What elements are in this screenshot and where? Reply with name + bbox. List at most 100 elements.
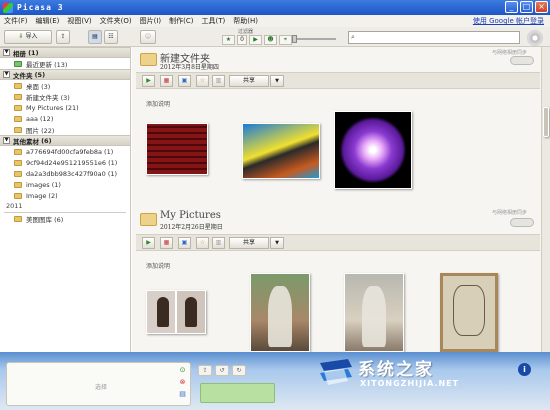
share-dropdown-icon[interactable]: ▼ <box>270 75 284 87</box>
photo-thumbnail[interactable] <box>334 111 412 189</box>
window-title: Picasa 3 <box>17 3 64 12</box>
close-button[interactable]: × <box>535 1 548 13</box>
sidebar-item-label: 美图图库 (6) <box>26 215 64 224</box>
movie-filter-icon[interactable]: ▶ <box>249 35 262 45</box>
rotate-right-icon[interactable]: ↻ <box>232 365 246 376</box>
album-folder-icon <box>140 213 157 226</box>
geotag-filter-icon[interactable]: ⌖ <box>279 35 292 45</box>
sidebar-item-folder[interactable]: aaa (12) <box>0 113 130 124</box>
face-filter-icon[interactable]: ☻ <box>264 35 277 45</box>
sidebar-item-label: My Pictures (21) <box>26 103 79 112</box>
search-input[interactable] <box>360 33 510 42</box>
timeline-view-button[interactable]: ☷ <box>104 30 118 44</box>
tool-strip: ⇪ ↺ ↻ <box>198 365 298 378</box>
share-dropdown-icon[interactable]: ▼ <box>270 237 284 249</box>
sidebar-item-folder[interactable]: My Pictures (21) <box>0 102 130 113</box>
star-filter-icon[interactable]: ★ <box>222 35 235 45</box>
add-caption-link[interactable]: 添加说明 <box>146 261 170 270</box>
action-button[interactable] <box>200 383 275 403</box>
section-folders[interactable]: ▼ 文件夹 (5) <box>0 69 130 80</box>
collapse-icon[interactable]: ▼ <box>3 71 10 78</box>
google-sign-in-link[interactable]: 使用 Google 帐户登录 <box>473 16 544 26</box>
library-view-button[interactable]: ▤ <box>88 30 102 44</box>
play-slideshow-icon[interactable]: ▶ <box>142 237 155 249</box>
menu-folder[interactable]: 文件夹(O) <box>100 16 132 26</box>
share-button[interactable]: 共享 <box>229 237 269 249</box>
add-caption-link[interactable]: 添加说明 <box>146 99 170 108</box>
add-to-album-icon[interactable]: ▤ <box>178 390 187 399</box>
export-icon[interactable]: ▥ <box>212 237 225 249</box>
scrollbar-thumb[interactable] <box>543 107 549 137</box>
sidebar-item-recent[interactable]: 最近更新 (13) <box>0 58 130 69</box>
sidebar-item-folder[interactable]: 新建文件夹 (3) <box>0 91 130 102</box>
minimize-button[interactable]: _ <box>505 1 518 13</box>
watermark-url: XITONGZHIJIA.NET <box>360 379 460 388</box>
sidebar-item-label: a776694fd00cfa9feb8a (1) <box>26 147 114 156</box>
photo-thumbnail[interactable] <box>344 273 404 352</box>
upload-icon[interactable]: ⇪ <box>198 365 212 376</box>
share-button[interactable]: 共享 <box>229 75 269 87</box>
collapse-icon[interactable]: ▼ <box>3 49 10 56</box>
section-albums[interactable]: ▼ 相册 (1) <box>0 47 130 58</box>
photo-thumbnail[interactable] <box>440 273 498 352</box>
collage-icon[interactable]: ▦ <box>160 237 173 249</box>
movie-icon[interactable]: ▣ <box>178 237 191 249</box>
folder-icon <box>14 93 22 100</box>
photo-tray[interactable]: 选择 ⊙ ⊗ ▤ <box>6 362 191 406</box>
sidebar-item-label: 9cf94d24e951219551e6 (1) <box>26 158 118 167</box>
info-icon[interactable]: i <box>518 363 531 376</box>
folder-icon <box>14 181 22 188</box>
sidebar-item-label: 图片 (22) <box>26 126 55 135</box>
photo-thumbnail[interactable] <box>242 123 320 179</box>
folder-icon <box>14 126 22 133</box>
sidebar-item-folder[interactable]: 美图图库 (6) <box>0 213 130 224</box>
import-button[interactable]: ⇩ 导入 <box>4 30 52 44</box>
album-title[interactable]: My Pictures <box>160 210 221 221</box>
sidebar-item-folder[interactable]: 9cf94d24e951219551e6 (1) <box>0 157 130 168</box>
sidebar-item-folder[interactable]: da2a3dbb983c427f90a0 (1) <box>0 168 130 179</box>
search-icon: ⌕ <box>351 33 355 41</box>
collapse-icon[interactable]: ▼ <box>3 137 10 144</box>
menu-picture[interactable]: 图片(I) <box>140 16 162 26</box>
photo-thumbnail[interactable] <box>146 290 206 334</box>
sidebar-item-folder[interactable]: 桌面 (3) <box>0 80 130 91</box>
menu-help[interactable]: 帮助(H) <box>233 16 258 26</box>
star-icon[interactable]: ☆ <box>196 237 209 249</box>
photo-thumbnail[interactable] <box>250 273 310 352</box>
menu-tools[interactable]: 工具(T) <box>202 16 226 26</box>
people-manager-button[interactable]: ☺ <box>140 30 156 44</box>
movie-icon[interactable]: ▣ <box>178 75 191 87</box>
sidebar-item-folder[interactable]: Image (2) <box>0 190 130 201</box>
collage-icon[interactable]: ▦ <box>160 75 173 87</box>
sidebar-item-folder[interactable]: images (1) <box>0 179 130 190</box>
section-other[interactable]: ▼ 其他素材 (6) <box>0 135 130 146</box>
folder-icon <box>14 148 22 155</box>
menu-create[interactable]: 制作(C) <box>169 16 193 26</box>
section-label: 其他素材 <box>13 137 39 146</box>
web-sync-toggle[interactable] <box>510 56 534 65</box>
play-slideshow-icon[interactable]: ▶ <box>142 75 155 87</box>
slider-knob[interactable] <box>292 35 297 43</box>
menu-edit[interactable]: 编辑(E) <box>36 16 60 26</box>
photo-thumbnail[interactable] <box>146 123 208 175</box>
menu-view[interactable]: 视图(V) <box>67 16 91 26</box>
clear-icon[interactable]: ⊗ <box>178 378 187 387</box>
sidebar-item-folder[interactable]: a776694fd00cfa9feb8a (1) <box>0 146 130 157</box>
date-filter-slider[interactable] <box>292 35 336 43</box>
export-icon[interactable]: ▥ <box>212 75 225 87</box>
upload-icon-button[interactable]: ⇪ <box>56 30 70 44</box>
star-icon[interactable]: ☆ <box>196 75 209 87</box>
album-toolbar: ▶ ▦ ▣ ☆ ▥ 共享 ▼ <box>136 234 540 251</box>
section-count: (5) <box>34 70 46 79</box>
watermark: 系统之家 XITONGZHIJIA.NET <box>318 353 518 397</box>
statue-figure <box>268 285 292 348</box>
rotate-left-icon[interactable]: ↺ <box>215 365 229 376</box>
web-sync-toggle[interactable] <box>510 218 534 227</box>
main-scrollbar[interactable] <box>541 47 550 352</box>
maximize-button[interactable]: □ <box>520 1 533 13</box>
year-label: 2011 <box>6 202 23 210</box>
search-box[interactable]: ⌕ <box>348 31 520 44</box>
sidebar-item-folder[interactable]: 图片 (22) <box>0 124 130 135</box>
menu-file[interactable]: 文件(F) <box>4 16 28 26</box>
hold-icon[interactable]: ⊙ <box>178 366 187 375</box>
